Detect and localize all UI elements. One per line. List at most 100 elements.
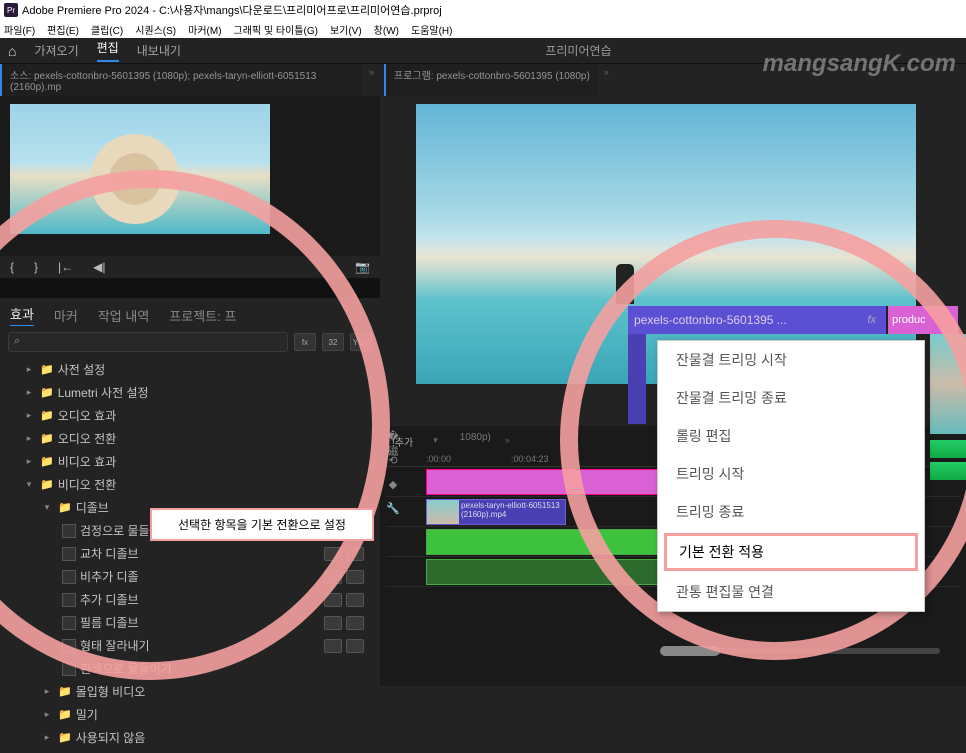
- chevron-icon[interactable]: ▸: [22, 456, 36, 467]
- effect-folder[interactable]: ▸📁 오디오 효과: [4, 404, 376, 427]
- menu-bar: 파일(F) 편집(E) 클립(C) 시퀀스(S) 마커(M) 그래픽 및 타이틀…: [0, 20, 966, 38]
- effect-item[interactable]: 흰색으로 물들이기: [4, 657, 376, 680]
- callout-set-default-transition: 선택한 항목을 기본 전환으로 설정: [150, 508, 374, 541]
- effect-badge-icon: [346, 616, 364, 630]
- tree-item-label: 사용되지 않음: [76, 729, 146, 746]
- effect-folder[interactable]: ▸📁 오디오 전환: [4, 427, 376, 450]
- effect-icon: [62, 639, 76, 653]
- tree-item-label: 몰입형 비디오: [76, 683, 146, 700]
- chevron-icon[interactable]: ▾: [22, 479, 36, 490]
- tab-history[interactable]: 작업 내역: [98, 306, 149, 325]
- ruler-tick: :00:00: [426, 454, 451, 464]
- menu-sequence[interactable]: 시퀀스(S): [135, 22, 176, 37]
- folder-icon: 📁: [40, 386, 54, 399]
- sequence-resolution-label: 1080p): [460, 432, 491, 451]
- mark-out-icon[interactable]: }: [34, 260, 38, 274]
- workspace-import[interactable]: 가져오기: [34, 42, 78, 59]
- tab-markers[interactable]: 마커: [54, 306, 78, 325]
- effect-badge-icon: [324, 639, 342, 653]
- effect-icon: [62, 524, 76, 538]
- folder-icon: 📁: [58, 708, 72, 721]
- zoomed-clip-pink[interactable]: produc: [888, 306, 958, 334]
- timeline-clip-video[interactable]: pexels-taryn-elliott-6051513 (2160p).mp4: [426, 499, 566, 525]
- zoomed-clip-pink-label: produc: [892, 314, 926, 326]
- chevron-icon[interactable]: ▸: [22, 433, 36, 444]
- chevron-icon[interactable]: ▾: [40, 502, 54, 513]
- chevron-right-icon[interactable]: »: [363, 64, 380, 96]
- step-back-icon[interactable]: ◀|: [93, 260, 105, 274]
- source-video-preview[interactable]: [10, 104, 270, 234]
- chevron-icon[interactable]: ▸: [40, 709, 54, 720]
- tree-item-label: 비추가 디졸: [80, 568, 139, 585]
- chevron-icon[interactable]: ▸: [40, 732, 54, 743]
- folder-icon: 📁: [58, 685, 72, 698]
- tree-item-label: 필름 디졸브: [80, 614, 139, 631]
- filter-yuv-button[interactable]: YUV: [350, 333, 372, 351]
- chevron-right-icon[interactable]: »: [499, 432, 516, 451]
- tree-item-label: 형태 잘라내기: [80, 637, 150, 654]
- home-icon[interactable]: ⌂: [8, 43, 16, 59]
- menu-item-trim-end[interactable]: 트리밍 종료: [658, 493, 924, 531]
- folder-icon: 📁: [40, 432, 54, 445]
- source-monitor: [0, 96, 380, 256]
- effect-folder[interactable]: ▸📁 사전 설정: [4, 358, 376, 381]
- menu-item-trim-start[interactable]: 트리밍 시작: [658, 455, 924, 493]
- menu-edit[interactable]: 편집(E): [47, 22, 79, 37]
- folder-icon: 📁: [40, 478, 54, 491]
- effect-folder[interactable]: ▸📁 밀기: [4, 703, 376, 726]
- filter-32-button[interactable]: 32: [322, 333, 344, 351]
- chevron-icon[interactable]: ▸: [22, 387, 36, 398]
- effect-item[interactable]: 추가 디졸브: [4, 588, 376, 611]
- program-panel-tab[interactable]: 프로그램: pexels-cottonbro-5601395 (1080p): [384, 64, 598, 96]
- menu-item-ripple-trim-start[interactable]: 잔물결 트리밍 시작: [658, 341, 924, 379]
- effect-folder[interactable]: ▾📁 비디오 전환: [4, 473, 376, 496]
- tab-effects[interactable]: 효과: [10, 304, 34, 326]
- effect-item[interactable]: 교차 디졸브: [4, 542, 376, 565]
- effects-search-row: ⌕ fx 32 YUV: [0, 330, 380, 354]
- app-icon: Pr: [4, 3, 18, 17]
- menu-marker[interactable]: 마커(M): [188, 22, 221, 37]
- menu-item-rolling-edit[interactable]: 롤링 편집: [658, 417, 924, 455]
- tab-project[interactable]: 프로젝트: 프: [169, 306, 236, 325]
- menu-graphics[interactable]: 그래픽 및 타이틀(G): [234, 22, 318, 37]
- effect-badge-icon: [324, 593, 342, 607]
- filter-fx-button[interactable]: fx: [294, 333, 316, 351]
- menu-view[interactable]: 보기(V): [330, 22, 362, 37]
- menu-item-apply-default-transition[interactable]: 기본 전환 적용: [664, 533, 918, 571]
- export-frame-icon[interactable]: 📷: [355, 260, 370, 274]
- clip-label: pexels-taryn-elliott-6051513 (2160p).mp4: [461, 501, 565, 519]
- folder-icon: 📁: [40, 455, 54, 468]
- menu-window[interactable]: 창(W): [374, 22, 399, 37]
- effect-badges: [324, 570, 374, 584]
- chevron-down-icon[interactable]: ▾: [427, 432, 444, 451]
- effect-item[interactable]: 비추가 디졸: [4, 565, 376, 588]
- chevron-right-icon[interactable]: »: [598, 64, 615, 96]
- workspace-export[interactable]: 내보내기: [137, 42, 181, 59]
- effect-item[interactable]: 형태 잘라내기: [4, 634, 376, 657]
- snap-icon[interactable]: �磁: [384, 430, 402, 448]
- source-panel-tab[interactable]: 소스: pexels-cottonbro-5601395 (1080p); pe…: [0, 64, 363, 96]
- menu-clip[interactable]: 클립(C): [91, 22, 123, 37]
- chevron-icon[interactable]: ▸: [40, 686, 54, 697]
- tree-item-label: Lumetri 사전 설정: [58, 384, 149, 401]
- fx-badge: fx: [867, 314, 880, 326]
- timeline-zoom-scroll[interactable]: [660, 648, 940, 654]
- chevron-icon[interactable]: ▸: [22, 410, 36, 421]
- effect-item[interactable]: 필름 디졸브: [4, 611, 376, 634]
- effect-folder[interactable]: ▸📁 사용되지 않음: [4, 726, 376, 749]
- go-in-icon[interactable]: |←: [58, 260, 73, 274]
- menu-item-ripple-trim-end[interactable]: 잔물결 트리밍 종료: [658, 379, 924, 417]
- menu-help[interactable]: 도움말(H): [411, 22, 452, 37]
- effect-icon: [62, 547, 76, 561]
- chevron-icon[interactable]: ▸: [22, 364, 36, 375]
- source-timebar[interactable]: [0, 278, 380, 298]
- menu-item-join-through-edits[interactable]: 관통 편집물 연결: [658, 573, 924, 611]
- workspace-edit[interactable]: 편집: [97, 39, 119, 62]
- effects-search-input[interactable]: [8, 332, 288, 352]
- zoomed-clip-purple[interactable]: pexels-cottonbro-5601395 ... fx: [628, 306, 888, 334]
- menu-file[interactable]: 파일(F): [4, 22, 35, 37]
- effect-folder[interactable]: ▸ 📁 Lumetri 사전 설정: [4, 381, 376, 404]
- mark-in-icon[interactable]: {: [10, 260, 14, 274]
- effect-folder[interactable]: ▸📁 비디오 효과: [4, 450, 376, 473]
- effect-folder[interactable]: ▸ 📁 몰입형 비디오: [4, 680, 376, 703]
